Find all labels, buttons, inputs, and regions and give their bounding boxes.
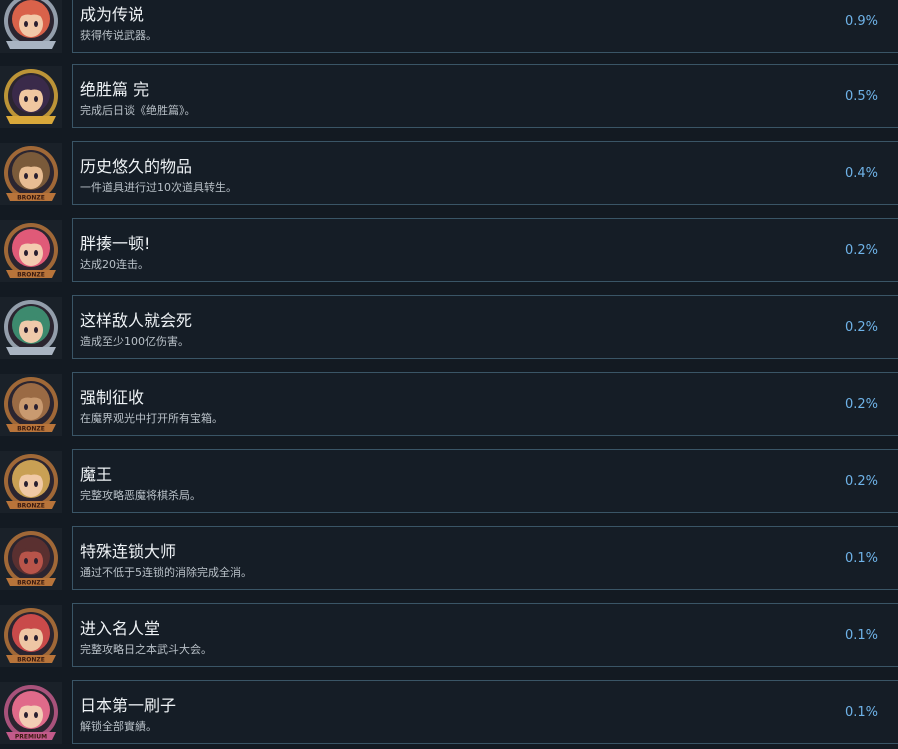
badge-banner-text: BRONZE (17, 580, 45, 587)
achievement-description: 达成20连击。 (80, 258, 149, 271)
premium-badge-character-icon: PREMIUM (0, 682, 62, 744)
achievement-description: 获得传说武器。 (80, 29, 157, 42)
achievement-icon: BRONZE (0, 220, 62, 282)
achievement-panel: 这样敌人就会死造成至少100亿伤害。 0.2% (72, 295, 898, 359)
badge-banner-text: PREMIUM (15, 734, 47, 741)
unlock-percentage: 0.5% (844, 89, 878, 104)
achievement-title: 日本第一刷子 (80, 696, 177, 715)
unlock-percentage: 0.2% (844, 243, 878, 258)
badge-banner-text: BRONZE (17, 272, 45, 279)
achievement-row[interactable]: BRONZE 进入名人堂完整攻略日之本武斗大会。 0.1% (0, 603, 898, 669)
silver-badge-red-hair-character-icon (0, 0, 62, 53)
silver-badge-green-hair-character-icon (0, 297, 62, 359)
achievement-row[interactable]: 绝胜篇 完完成后日谈《绝胜篇》。 0.5% (0, 64, 898, 130)
achievement-description: 完成后日谈《绝胜篇》。 (80, 104, 196, 117)
unlock-percentage: 0.9% (844, 14, 878, 29)
achievement-title: 进入名人堂 (80, 619, 161, 638)
achievement-row[interactable]: 成为传说获得传说武器。 0.9% (0, 0, 898, 55)
bronze-badge-hooded-character-icon: BRONZE (0, 528, 62, 590)
unlock-percentage: 0.2% (844, 320, 878, 335)
unlock-percentage: 0.4% (844, 166, 878, 181)
achievement-icon: BRONZE (0, 143, 62, 205)
bronze-badge-red-hair-character-icon: BRONZE (0, 605, 62, 667)
achievement-row[interactable]: BRONZE 胖揍一顿! 达成20连击。 0.2% (0, 218, 898, 284)
achievement-panel: 胖揍一顿! 达成20连击。 0.2% (72, 218, 898, 282)
bronze-badge-brown-mascot-icon: BRONZE (0, 374, 62, 436)
badge-banner-text: BRONZE (17, 657, 45, 664)
unlock-percentage: 0.1% (844, 705, 878, 720)
achievement-panel: 强制征收在魔界观光中打开所有宝箱。 0.2% (72, 372, 898, 436)
achievement-row[interactable]: BRONZE 强制征收在魔界观光中打开所有宝箱。 0.2% (0, 372, 898, 438)
achievement-title: 历史悠久的物品 (80, 157, 193, 176)
achievement-description: 造成至少100亿伤害。 (80, 335, 189, 348)
achievement-panel: 绝胜篇 完完成后日谈《绝胜篇》。 0.5% (72, 64, 898, 128)
achievement-description: 解锁全部實績。 (80, 720, 157, 733)
achievement-icon: PREMIUM (0, 682, 62, 744)
achievement-title: 这样敌人就会死 (80, 311, 193, 330)
achievement-row[interactable]: PREMIUM 日本第一刷子解锁全部實績。 0.1% (0, 680, 898, 746)
bronze-badge-pink-hair-character-icon: BRONZE (0, 220, 62, 282)
badge-banner-text: BRONZE (17, 503, 45, 510)
achievement-title: 绝胜篇 完 (80, 80, 150, 99)
achievement-icon: BRONZE (0, 451, 62, 513)
achievement-description: 在魔界观光中打开所有宝箱。 (80, 412, 223, 425)
achievement-description: 完整攻略日之本武斗大会。 (80, 643, 212, 656)
badge-banner-text: BRONZE (17, 426, 45, 433)
unlock-percentage: 0.2% (844, 397, 878, 412)
achievement-row[interactable]: BRONZE 特殊连锁大师通过不低于5连锁的消除完成全消。 0.1% (0, 526, 898, 592)
achievement-panel: 日本第一刷子解锁全部實績。 0.1% (72, 680, 898, 744)
achievement-title: 强制征收 (80, 388, 145, 407)
unlock-percentage: 0.1% (844, 551, 878, 566)
achievement-list: 成为传说获得传说武器。 0.9% 绝胜篇 完完成后日谈《绝胜篇》。 0.5% BRONZ… (0, 0, 898, 749)
achievement-description: 通过不低于5连锁的消除完成全消。 (80, 566, 252, 579)
unlock-percentage: 0.1% (844, 628, 878, 643)
bronze-badge-hat-character-icon: BRONZE (0, 143, 62, 205)
achievement-description: 完整攻略恶魔将棋杀局。 (80, 489, 201, 502)
achievement-row[interactable]: BRONZE 历史悠久的物品一件道具进行过10次道具转生。 0.4% (0, 141, 898, 207)
achievement-description: 一件道具进行过10次道具转生。 (80, 181, 237, 194)
unlock-percentage: 0.2% (844, 474, 878, 489)
achievement-title: 特殊连锁大师 (80, 542, 177, 561)
achievement-title: 胖揍一顿! (80, 234, 151, 253)
achievement-title: 成为传说 (80, 5, 145, 24)
achievement-icon (0, 66, 62, 128)
achievement-panel: 进入名人堂完整攻略日之本武斗大会。 0.1% (72, 603, 898, 667)
achievement-panel: 魔王完整攻略恶魔将棋杀局。 0.2% (72, 449, 898, 513)
achievement-panel: 成为传说获得传说武器。 0.9% (72, 0, 898, 53)
bronze-badge-blonde-character-icon: BRONZE (0, 451, 62, 513)
achievement-icon (0, 0, 62, 53)
achievement-icon (0, 297, 62, 359)
gold-badge-dark-hair-character-icon (0, 66, 62, 128)
achievement-icon: BRONZE (0, 374, 62, 436)
achievement-row[interactable]: 这样敌人就会死造成至少100亿伤害。 0.2% (0, 295, 898, 361)
achievement-icon: BRONZE (0, 528, 62, 590)
achievement-panel: 历史悠久的物品一件道具进行过10次道具转生。 0.4% (72, 141, 898, 205)
achievement-title: 魔王 (80, 465, 113, 484)
achievement-row[interactable]: BRONZE 魔王完整攻略恶魔将棋杀局。 0.2% (0, 449, 898, 515)
achievement-icon: BRONZE (0, 605, 62, 667)
achievement-panel: 特殊连锁大师通过不低于5连锁的消除完成全消。 0.1% (72, 526, 898, 590)
badge-banner-text: BRONZE (17, 195, 45, 202)
